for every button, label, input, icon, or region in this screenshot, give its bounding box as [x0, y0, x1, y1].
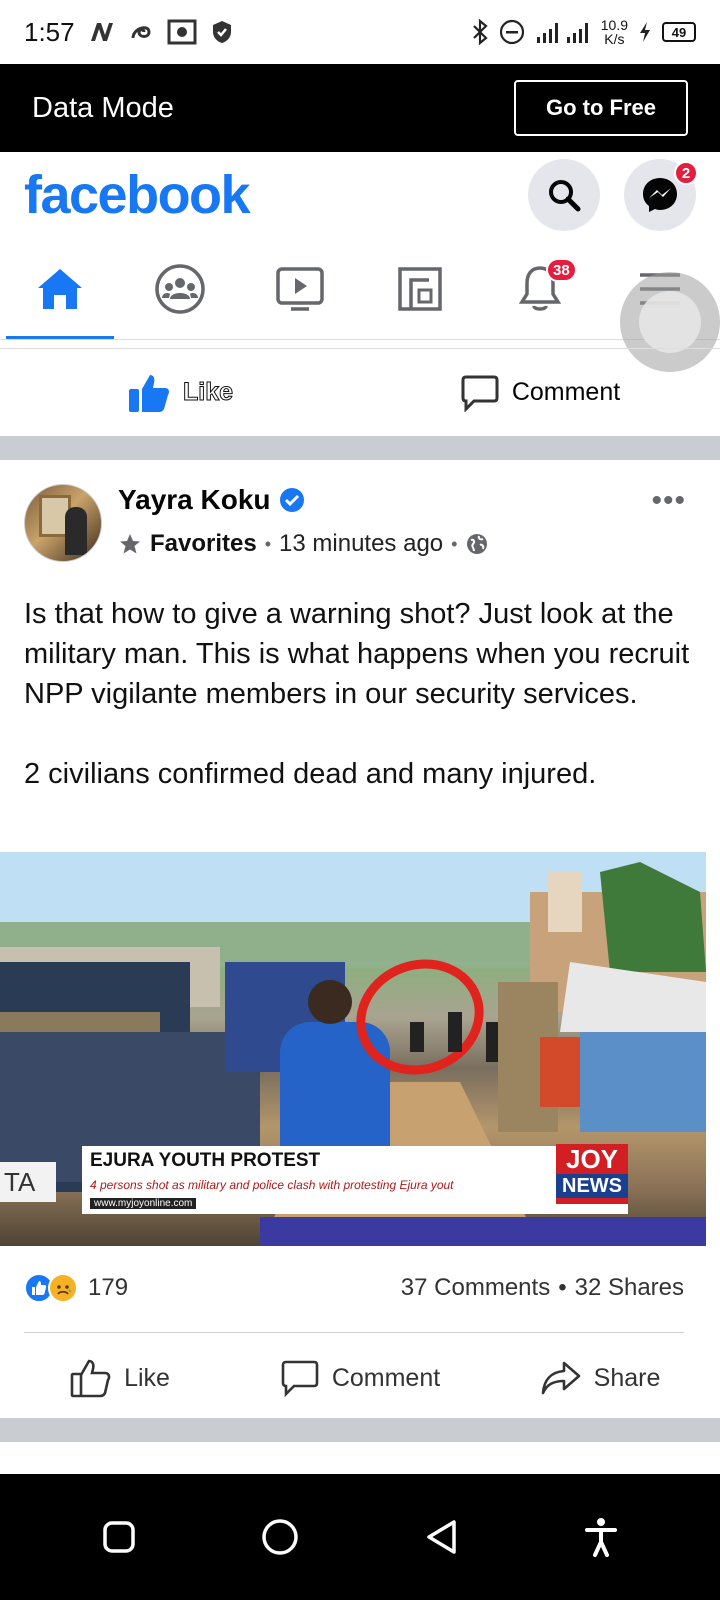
stats-dot: •: [558, 1274, 567, 1301]
messenger-button[interactable]: 2: [624, 159, 698, 231]
status-bar: 1:57 10.9 K/s 49: [0, 0, 720, 64]
feed-separator: [0, 436, 720, 460]
gallery-icon: [167, 19, 197, 45]
shares-count[interactable]: 32 Shares: [575, 1274, 684, 1302]
n-notification-icon: [90, 23, 113, 41]
header-actions: 2: [528, 159, 698, 231]
data-mode-banner: Data Mode Go to Free: [0, 64, 720, 152]
post-stats: 37 Comments • 32 Shares: [401, 1274, 684, 1302]
reactions-bar: 179 37 Comments • 32 Shares: [24, 1268, 684, 1308]
post-body: Is that how to give a warning shot? Just…: [24, 598, 690, 790]
joy-news-logo: JOY NEWS: [556, 1144, 628, 1204]
watch-icon: [276, 266, 324, 311]
signal-icon: [536, 23, 588, 43]
tab-groups[interactable]: [120, 238, 240, 339]
post-actions: Like Comment Share: [0, 1340, 720, 1416]
author-line: Yayra Koku: [118, 484, 305, 516]
meta-dot: •: [451, 533, 458, 554]
like-icon: [70, 1359, 111, 1398]
post-header: Yayra Koku Favorites • 13 minutes ago • …: [24, 484, 696, 564]
next-post-peek: [0, 1442, 720, 1474]
accessibility-icon[interactable]: [584, 1517, 618, 1557]
video-edge-text: TA: [0, 1162, 56, 1202]
home-nav-icon[interactable]: [260, 1517, 300, 1557]
ticker-title: EJURA YOUTH PROTEST: [90, 1150, 321, 1171]
tab-home[interactable]: [0, 238, 120, 339]
messenger-icon: [643, 178, 677, 212]
globe-icon: [467, 534, 488, 554]
star-icon: [120, 534, 140, 554]
author-avatar[interactable]: [24, 484, 102, 562]
home-icon: [38, 268, 82, 309]
charging-icon: [640, 22, 650, 42]
reaction-count[interactable]: 179: [88, 1274, 128, 1302]
feed-separator: [0, 1418, 720, 1442]
network-speed-value: 10.9: [600, 17, 628, 33]
reaction-icons[interactable]: [24, 1273, 78, 1303]
comment-icon: [281, 1360, 319, 1397]
comment-button[interactable]: Comment: [240, 1340, 480, 1416]
system-nav-bar: [0, 1474, 720, 1600]
pages-icon: [398, 266, 442, 311]
status-left-icons: [89, 19, 233, 45]
previous-like-label: Like: [182, 378, 234, 407]
joy-logo-bottom: NEWS: [556, 1174, 628, 1198]
share-button[interactable]: Share: [480, 1340, 720, 1416]
status-right-icons: 10.9 K/s 49: [471, 18, 696, 46]
previous-comment-label: Comment: [511, 378, 621, 406]
network-speed-unit: K/s: [604, 31, 625, 47]
share-label: Share: [593, 1363, 661, 1392]
notifications-badge: 38: [546, 258, 577, 282]
comments-count[interactable]: 37 Comments: [401, 1274, 550, 1302]
ticker-subtitle: 4 persons shot as military and police cl…: [90, 1178, 454, 1192]
swirl-icon: [131, 26, 151, 39]
groups-icon: [155, 263, 205, 314]
app-header: facebook 2: [0, 152, 720, 238]
recent-apps-icon[interactable]: [102, 1520, 136, 1554]
post-time[interactable]: 13 minutes ago: [279, 530, 443, 558]
back-icon[interactable]: [424, 1518, 460, 1556]
audience-label: Favorites: [150, 530, 257, 557]
more-options-button[interactable]: •••: [651, 484, 686, 518]
previous-comment-button[interactable]: Comment: [360, 349, 720, 436]
status-time: 1:57: [24, 16, 75, 47]
like-label: Like: [124, 1363, 170, 1392]
network-speed: 10.9 K/s: [601, 18, 628, 46]
joy-logo-top: JOY: [565, 1144, 619, 1174]
data-mode-label: Data Mode: [32, 91, 174, 124]
ticker-url: www.myjoyonline.com: [90, 1198, 197, 1209]
search-button[interactable]: [528, 159, 600, 231]
do-not-disturb-icon: [499, 19, 524, 45]
like-button[interactable]: Like: [0, 1340, 240, 1416]
post-text: Is that how to give a warning shot? Just…: [24, 594, 704, 794]
tab-notifications[interactable]: 38: [480, 238, 600, 339]
battery-level: 49: [662, 22, 696, 42]
shield-icon: [212, 21, 231, 43]
meta-dot: •: [264, 533, 272, 554]
previous-like-button[interactable]: Like: [0, 349, 360, 436]
actions-divider: [24, 1332, 684, 1333]
author-name[interactable]: Yayra Koku: [118, 484, 271, 516]
main-tabs: 38: [0, 238, 720, 340]
tab-watch[interactable]: [240, 238, 360, 339]
news-ticker: EJURA YOUTH PROTEST 4 persons shot as mi…: [82, 1146, 628, 1214]
messenger-badge: 2: [674, 161, 698, 185]
verified-badge-icon: [279, 488, 304, 512]
tab-pages[interactable]: [360, 238, 480, 339]
facebook-logo[interactable]: facebook: [24, 164, 251, 226]
bluetooth-icon: [472, 19, 488, 45]
post-meta: Favorites • 13 minutes ago •: [118, 530, 489, 558]
go-to-free-button[interactable]: Go to Free: [514, 80, 688, 136]
comment-icon: [461, 375, 499, 412]
sad-reaction-icon: [48, 1273, 78, 1303]
like-filled-icon: [128, 374, 169, 412]
search-icon: [549, 180, 581, 212]
post-video[interactable]: TA EJURA YOUTH PROTEST 4 persons shot as…: [0, 852, 706, 1246]
share-icon: [541, 1361, 580, 1395]
comment-label: Comment: [331, 1363, 441, 1392]
previous-post-actions: Like Comment: [0, 348, 720, 436]
